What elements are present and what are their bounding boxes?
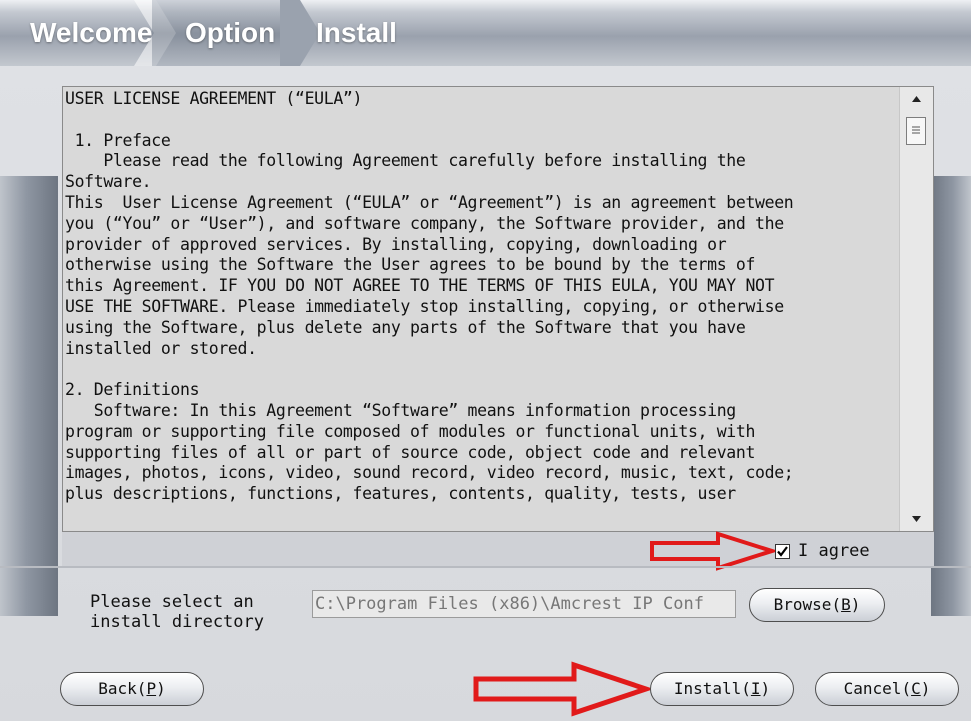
scroll-up-icon[interactable] [900, 87, 933, 111]
install-button[interactable]: Install(I) [650, 672, 794, 706]
eula-line: 1. Preface [65, 130, 171, 150]
agree-checkbox[interactable] [775, 543, 790, 559]
eula-line: program or supporting file composed of m… [65, 421, 756, 441]
eula-line: images, photos, icons, video, sound reco… [65, 463, 794, 483]
step-install: Install [316, 17, 397, 48]
eula-textbox[interactable]: USER LICENSE AGREEMENT (“EULA”) 1. Prefa… [62, 86, 934, 532]
grip-icon [912, 126, 920, 134]
back-button[interactable]: Back(P) [60, 672, 204, 706]
directory-input[interactable]: C:\Program Files (x86)\Amcrest IP Conf [312, 590, 736, 618]
browse-button[interactable]: Browse(B) [749, 588, 885, 622]
checkmark-icon [777, 545, 788, 557]
scroll-down-icon[interactable] [900, 507, 933, 531]
right-decor-panel [931, 176, 971, 616]
eula-line: using the Software, plus delete any part… [65, 317, 746, 337]
eula-line: USER LICENSE AGREEMENT (“EULA”) [65, 89, 363, 108]
eula-line: installed or stored. [65, 338, 257, 358]
red-arrow-annotation-icon [473, 661, 652, 717]
agree-row[interactable]: I agree [775, 540, 870, 562]
directory-label: Please select an install directory [90, 592, 264, 632]
eula-line: you (“You” or “User”), and software comp… [65, 213, 784, 233]
wizard-steps-bar: Welcome Option Install [0, 0, 971, 66]
step-option: Option [185, 17, 276, 48]
eula-line: Please read the following Agreement care… [65, 151, 746, 171]
eula-line: supporting files of all or part of sourc… [65, 442, 756, 462]
eula-line: 2. Definitions [65, 380, 200, 400]
eula-line: This User License Agreement (“EULA” or “… [65, 192, 794, 212]
eula-line: provider of approved services. By instal… [65, 234, 727, 254]
eula-text: USER LICENSE AGREEMENT (“EULA”) 1. Prefa… [65, 89, 897, 529]
cancel-button[interactable]: Cancel(C) [815, 672, 959, 706]
scroll-thumb[interactable] [906, 117, 926, 145]
eula-line: USE THE SOFTWARE. Please immediately sto… [65, 296, 784, 316]
eula-line [65, 110, 897, 131]
red-arrow-annotation-icon [650, 531, 776, 571]
eula-line: this Agreement. IF YOU DO NOT AGREE TO T… [65, 276, 775, 296]
eula-scrollbar[interactable] [899, 87, 933, 531]
agree-label: I agree [798, 541, 870, 561]
left-decor-panel [0, 176, 58, 616]
eula-line: Software. [65, 172, 152, 192]
separator [0, 566, 971, 568]
eula-line: otherwise using the Software the User ag… [65, 255, 756, 275]
eula-line: Software: In this Agreement “Software” m… [65, 400, 736, 420]
eula-line: plus descriptions, functions, features, … [65, 484, 736, 504]
eula-line [65, 359, 897, 380]
